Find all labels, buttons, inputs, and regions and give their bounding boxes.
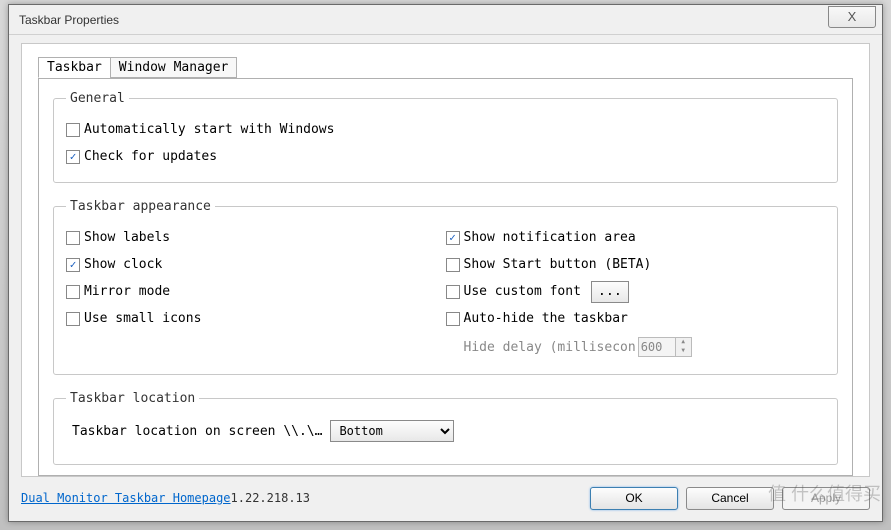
group-appearance-legend: Taskbar appearance <box>66 199 215 214</box>
close-icon: X <box>848 9 857 24</box>
group-general-legend: General <box>66 91 129 106</box>
cancel-button[interactable]: Cancel <box>686 487 774 510</box>
label-show-labels: Show labels <box>84 230 170 245</box>
checkbox-show-start[interactable] <box>446 258 460 272</box>
hide-delay-input <box>638 337 676 357</box>
checkbox-auto-start[interactable] <box>66 123 80 137</box>
label-small-icons: Use small icons <box>84 311 201 326</box>
label-mirror-mode: Mirror mode <box>84 284 170 299</box>
font-picker-button[interactable]: ... <box>591 281 629 303</box>
hide-delay-spinner: ▲ ▼ <box>638 337 692 357</box>
label-show-clock: Show clock <box>84 257 162 272</box>
tab-strip: Taskbar Window Manager <box>38 57 853 78</box>
checkbox-custom-font[interactable] <box>446 285 460 299</box>
checkbox-show-notif[interactable] <box>446 231 460 245</box>
tab-taskbar[interactable]: Taskbar <box>38 57 111 78</box>
checkbox-show-labels[interactable] <box>66 231 80 245</box>
label-check-updates: Check for updates <box>84 149 217 164</box>
window-title: Taskbar Properties <box>19 13 119 27</box>
label-auto-hide: Auto-hide the taskbar <box>464 311 628 326</box>
titlebar: Taskbar Properties X <box>9 5 882 35</box>
spinner-up-icon: ▲ <box>676 338 691 347</box>
group-location: Taskbar location Taskbar location on scr… <box>53 391 838 465</box>
label-show-notif: Show notification area <box>464 230 636 245</box>
close-button[interactable]: X <box>828 6 876 28</box>
group-appearance: Taskbar appearance Show labels Show cloc… <box>53 199 838 375</box>
label-custom-font: Use custom font <box>464 284 581 299</box>
label-auto-start: Automatically start with Windows <box>84 122 334 137</box>
label-show-start: Show Start button (BETA) <box>464 257 652 272</box>
checkbox-show-clock[interactable] <box>66 258 80 272</box>
tab-window-manager[interactable]: Window Manager <box>110 57 238 78</box>
group-general: General Automatically start with Windows… <box>53 91 838 183</box>
checkbox-mirror-mode[interactable] <box>66 285 80 299</box>
footer: Dual Monitor Taskbar Homepage 1.22.218.1… <box>21 485 870 511</box>
checkbox-check-updates[interactable] <box>66 150 80 164</box>
version-label: 1.22.218.13 <box>231 491 310 505</box>
checkbox-small-icons[interactable] <box>66 312 80 326</box>
tab-body: General Automatically start with Windows… <box>38 78 853 476</box>
group-location-legend: Taskbar location <box>66 391 199 406</box>
content-panel: Taskbar Window Manager General Automatic… <box>21 43 870 477</box>
checkbox-auto-hide[interactable] <box>446 312 460 326</box>
dialog-window: Taskbar Properties X Taskbar Window Mana… <box>8 4 883 522</box>
location-select[interactable]: Bottom <box>330 420 454 442</box>
label-hide-delay: Hide delay (millisecon <box>464 340 636 355</box>
label-location: Taskbar location on screen \\.\… <box>72 424 322 439</box>
spinner-down-icon: ▼ <box>676 347 691 356</box>
ok-button[interactable]: OK <box>590 487 678 510</box>
apply-button: Apply <box>782 487 870 510</box>
homepage-link[interactable]: Dual Monitor Taskbar Homepage <box>21 491 231 505</box>
